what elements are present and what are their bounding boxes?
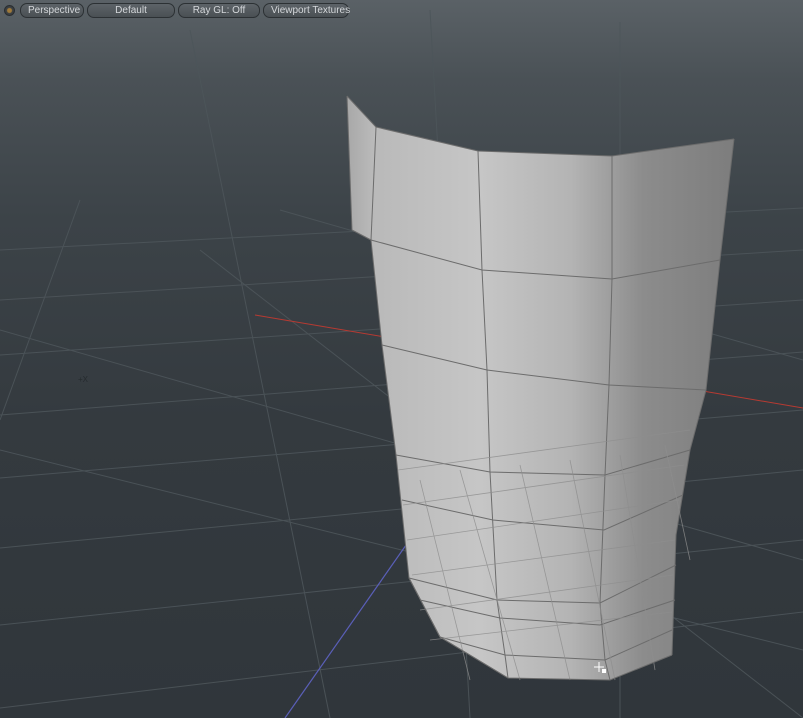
viewport-scene[interactable]	[0, 0, 803, 718]
ray-gl-toggle[interactable]: Ray GL: Off	[178, 2, 260, 18]
viewport-textures-dropdown[interactable]: Viewport Textures	[263, 2, 350, 18]
viewport-menu-icon[interactable]	[4, 4, 15, 16]
viewport-header-toolbar: Perspective Default Ray GL: Off Viewport…	[0, 0, 803, 20]
axis-marker-label: +X	[78, 375, 89, 384]
3d-viewport[interactable]: +X Perspective Default Ray GL: Off Viewp…	[0, 0, 803, 718]
shading-mode-dropdown[interactable]: Default	[87, 2, 175, 18]
mesh-body[interactable]	[371, 127, 734, 680]
curved-wall-mesh[interactable]	[346, 95, 735, 681]
view-projection-dropdown[interactable]: Perspective	[20, 2, 84, 18]
